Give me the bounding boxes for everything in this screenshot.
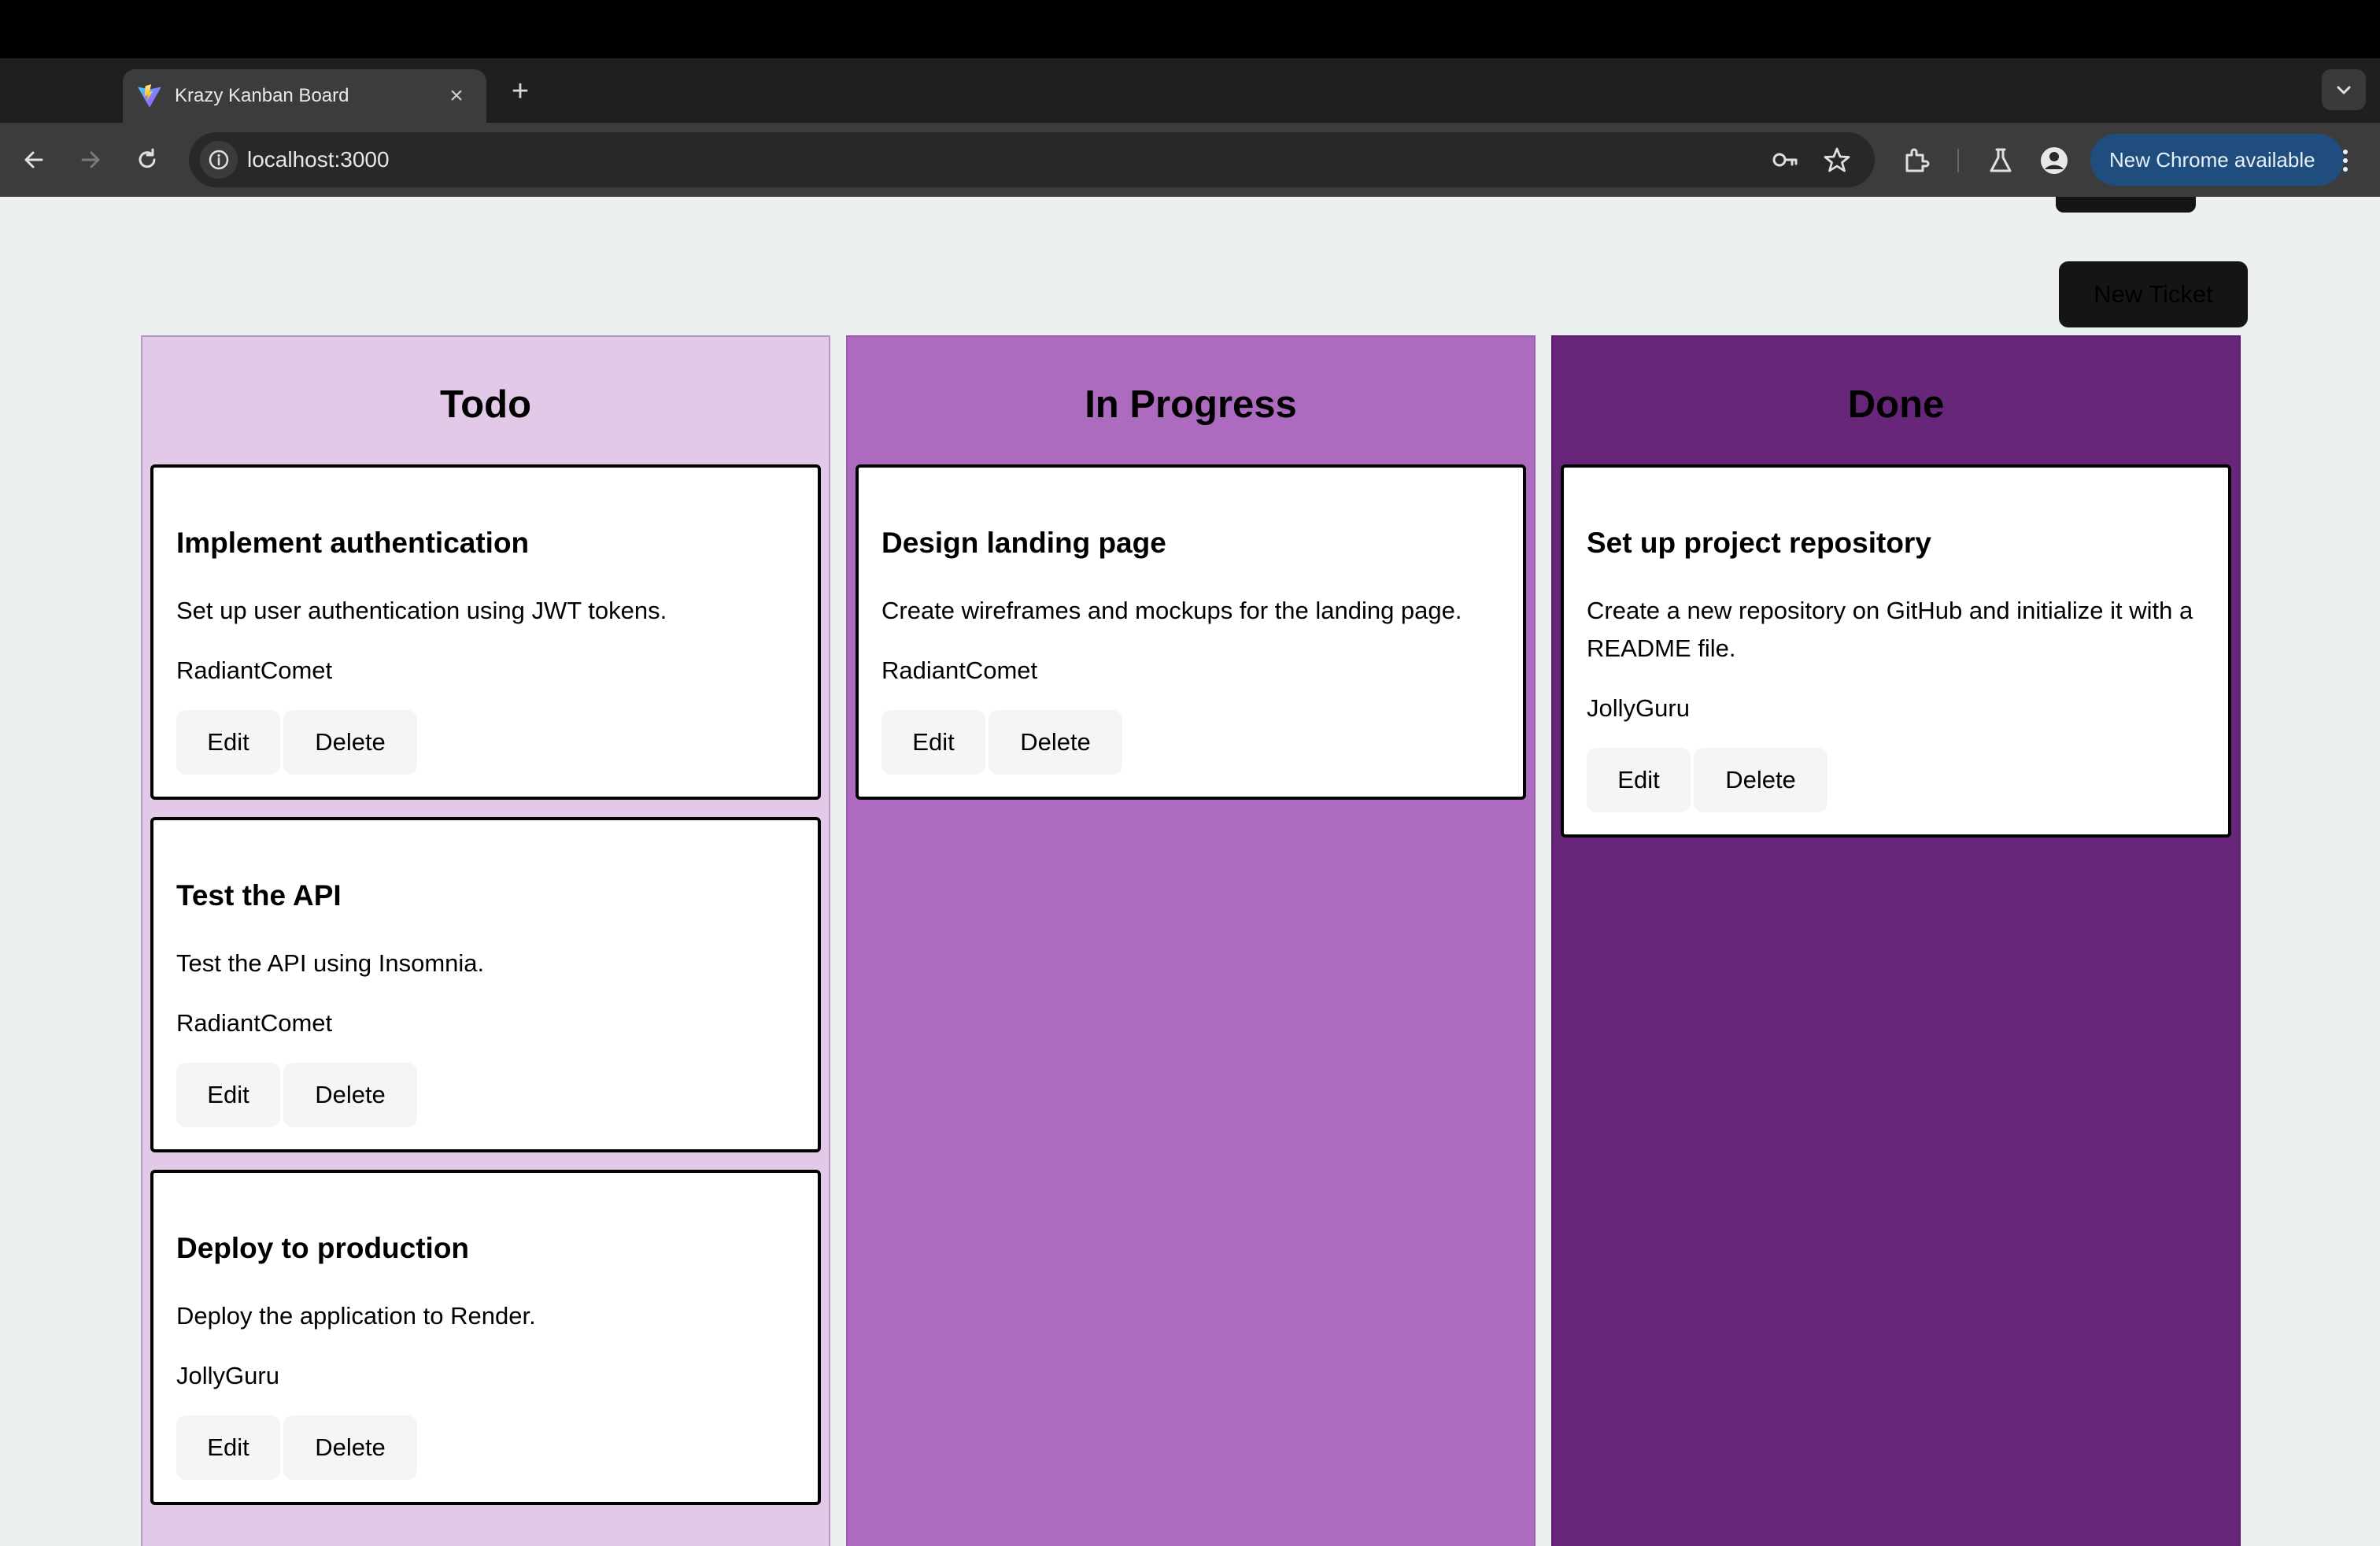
ticket-actions: Edit Delete — [176, 710, 796, 775]
url-text[interactable]: localhost:3000 — [247, 147, 390, 172]
kanban-page: New Ticket Todo Implement authentication… — [0, 197, 2380, 1546]
edit-button[interactable]: Edit — [1587, 748, 1691, 812]
new-ticket-button[interactable]: New Ticket — [2059, 261, 2248, 327]
ticket-card: Design landing page Create wireframes an… — [856, 464, 1526, 800]
extensions-icon[interactable] — [1897, 142, 1935, 179]
header-button-partial[interactable] — [2056, 197, 2196, 213]
tab-search-icon[interactable] — [2322, 69, 2366, 110]
ticket-description: Deploy the application to Render. — [176, 1302, 536, 1330]
column-title: Todo — [439, 383, 532, 426]
kebab-menu-icon[interactable] — [2330, 143, 2361, 178]
ticket-assignee: JollyGuru — [176, 1362, 279, 1389]
ticket-card: Implement authentication Set up user aut… — [150, 464, 821, 800]
card-list: Implement authentication Set up user aut… — [150, 464, 821, 1522]
ticket-title: Test the API — [176, 879, 342, 912]
delete-button[interactable]: Delete — [283, 1415, 417, 1480]
edit-button[interactable]: Edit — [176, 1063, 280, 1127]
site-info-icon[interactable] — [200, 141, 238, 179]
toolbar-divider — [1957, 149, 1959, 172]
edit-button[interactable]: Edit — [176, 710, 280, 775]
tab-strip: Krazy Kanban Board × + — [0, 58, 2380, 123]
ticket-assignee: RadiantComet — [881, 656, 1038, 684]
card-list: Design landing page Create wireframes an… — [856, 464, 1526, 817]
browser-tab[interactable]: Krazy Kanban Board × — [123, 69, 486, 123]
ticket-description: Create wireframes and mockups for the la… — [881, 597, 1462, 624]
ticket-actions: Edit Delete — [176, 1063, 796, 1127]
ticket-card: Deploy to production Deploy the applicat… — [150, 1170, 821, 1505]
password-key-icon[interactable] — [1768, 142, 1802, 177]
ticket-actions: Edit Delete — [1587, 748, 2206, 812]
column-title: In Progress — [1085, 383, 1297, 426]
ticket-card: Set up project repository Create a new r… — [1561, 464, 2231, 838]
bookmark-star-icon[interactable] — [1820, 142, 1854, 177]
delete-button[interactable]: Delete — [283, 1063, 417, 1127]
delete-button[interactable]: Delete — [1694, 748, 1828, 812]
column-in-progress: In Progress Design landing page Create w… — [846, 335, 1536, 1546]
update-label: New Chrome available — [2109, 147, 2315, 172]
new-tab-button[interactable]: + — [504, 76, 537, 109]
ticket-description: Create a new repository on GitHub and in… — [1587, 597, 2193, 662]
card-list: Set up project repository Create a new r… — [1561, 464, 2231, 855]
ticket-title: Design landing page — [881, 527, 1166, 559]
ticket-assignee: RadiantComet — [176, 1009, 333, 1037]
ticket-title: Set up project repository — [1587, 527, 1931, 559]
ticket-actions: Edit Delete — [176, 1415, 796, 1480]
ticket-actions: Edit Delete — [881, 710, 1501, 775]
column-done: Done Set up project repository Create a … — [1551, 335, 2241, 1546]
browser-toolbar: localhost:3000 New Chrome available — [0, 123, 2380, 197]
ticket-title: Implement authentication — [176, 527, 530, 559]
vite-favicon-icon — [134, 80, 165, 112]
delete-button[interactable]: Delete — [283, 710, 417, 775]
ticket-assignee: JollyGuru — [1587, 694, 1690, 722]
ticket-card: Test the API Test the API using Insomnia… — [150, 817, 821, 1152]
reload-icon[interactable] — [128, 140, 167, 179]
address-bar[interactable]: localhost:3000 — [189, 132, 1875, 187]
profile-icon[interactable] — [2035, 142, 2073, 179]
column-title: Done — [1847, 383, 1945, 426]
ticket-description: Set up user authentication using JWT tok… — [176, 597, 667, 624]
back-icon[interactable] — [14, 140, 54, 179]
delete-button[interactable]: Delete — [989, 710, 1122, 775]
ticket-title: Deploy to production — [176, 1232, 470, 1264]
ticket-description: Test the API using Insomnia. — [176, 949, 485, 977]
ticket-assignee: RadiantComet — [176, 656, 333, 684]
edit-button[interactable]: Edit — [881, 710, 985, 775]
labs-flask-icon[interactable] — [1982, 142, 2020, 179]
new-chrome-available-button[interactable]: New Chrome available — [2090, 134, 2344, 186]
tab-title: Krazy Kanban Board — [175, 85, 349, 106]
forward-icon[interactable] — [71, 140, 110, 179]
column-todo: Todo Implement authentication Set up use… — [141, 335, 830, 1546]
os-top-bar — [0, 0, 2380, 58]
tab-close-icon[interactable]: × — [442, 82, 471, 110]
edit-button[interactable]: Edit — [176, 1415, 280, 1480]
